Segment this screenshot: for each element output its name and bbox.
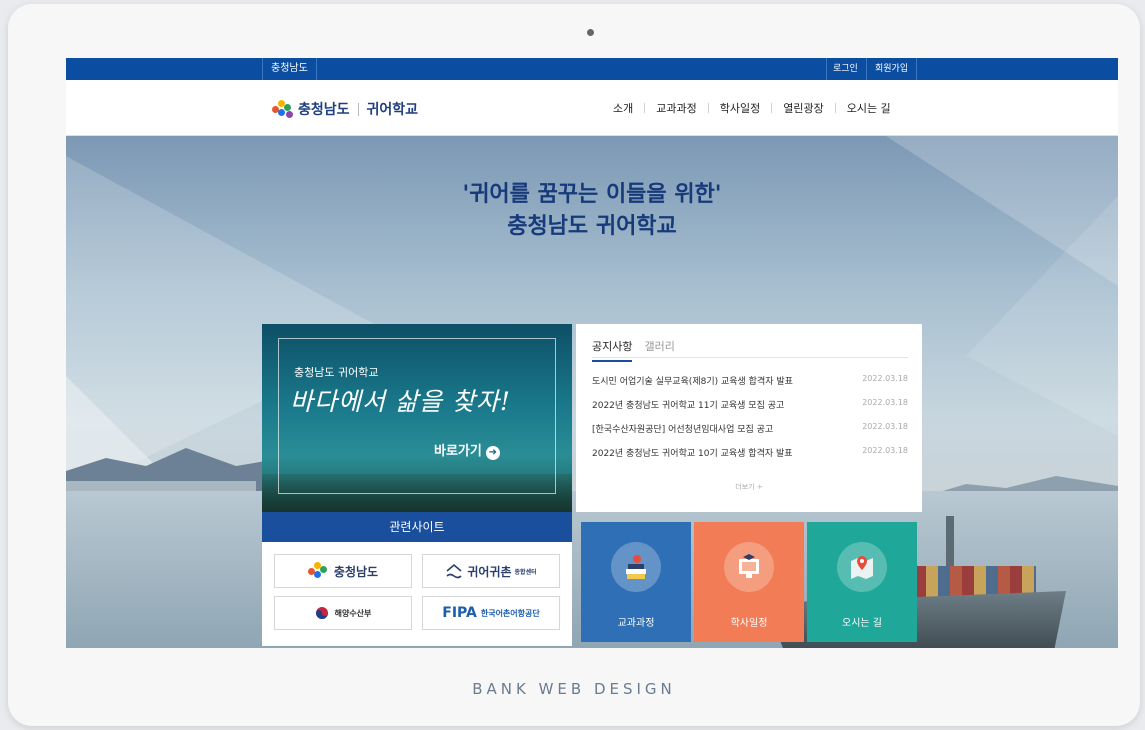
logo-org-name: 충청남도 (298, 102, 350, 118)
notice-title: 도시민 어업기술 실무교육(제8기) 교육생 합격자 발표 (592, 377, 793, 387)
notice-date: 2022.03.18 (862, 398, 908, 407)
tile-label: 오시는 길 (842, 618, 882, 629)
site-name: 귀어귀촌 (467, 564, 512, 579)
books-icon (611, 542, 661, 592)
site-link-chungnam[interactable]: 충청남도 (274, 554, 412, 588)
notice-list: 도시민 어업기술 실무교육(제8기) 교육생 합격자 발표 2022.03.18… (592, 374, 908, 470)
nav-intro[interactable]: 소개 (602, 100, 644, 116)
site-name: 한국어촌어항공단 (480, 608, 540, 618)
related-sites-grid: 충청남도 귀어귀촌 종합센터 해양수산부 FIPA 한국어촌어항공단 (274, 554, 560, 630)
notice-title: 2022년 충청남도 귀어학교 11기 교육생 모집 공고 (592, 401, 785, 411)
promo-subtitle: 충청남도 귀어학교 (294, 366, 379, 379)
nav-open-square[interactable]: 열린광장 (772, 100, 834, 116)
main-navigation: 소개 교과과정 학사일정 열린광장 오시는 길 (602, 80, 902, 136)
hero-section: '귀어를 꿈꾸는 이들을 위한' 충청남도 귀어학교 충청남도 귀어학교 바다에… (66, 136, 1118, 648)
nav-schedule[interactable]: 학사일정 (709, 100, 771, 116)
notice-tabs: 공지사항 갤러리 (592, 338, 687, 362)
site-name: 해양수산부 (334, 608, 372, 618)
site-tag: 종합센터 (514, 568, 537, 576)
related-sites-heading: 관련사이트 (262, 512, 572, 542)
house-wave-icon (446, 563, 462, 579)
notice-date: 2022.03.18 (862, 374, 908, 383)
login-link[interactable]: 로그인 (826, 58, 864, 80)
taegeuk-icon (315, 607, 328, 619)
notice-board: 공지사항 갤러리 도시민 어업기술 실무교육(제8기) 교육생 합격자 발표 2… (576, 324, 922, 512)
logo-divider (357, 102, 359, 116)
list-item[interactable]: 2022년 충청남도 귀어학교 10기 교육생 합격자 발표 2022.03.1… (592, 446, 908, 470)
notice-title: [한국수산자원공단] 어선청년임대사업 모집 공고 (592, 425, 774, 435)
camera-dot (587, 29, 594, 36)
quick-tile-schedule[interactable]: 학사일정 (694, 522, 804, 642)
website-screen: 충청남도 로그인 회원가입 충청남도 귀어학교 소개 교과과정 학사일정 열린광… (66, 58, 1118, 648)
join-link[interactable]: 회원가입 (866, 58, 918, 80)
related-sites: 관련사이트 충청남도 귀어귀촌 종합센터 해양수산부 FIPA 한국어촌어항공단 (262, 512, 572, 646)
promo-go-label: 바로가기 (434, 444, 482, 459)
hero-heading: 충청남도 귀어학교 (507, 214, 677, 239)
list-item[interactable]: [한국수산자원공단] 어선청년임대사업 모집 공고 2022.03.18 (592, 422, 908, 446)
site-header: 충청남도 귀어학교 소개 교과과정 학사일정 열린광장 오시는 길 (66, 80, 1118, 136)
hero-tagline: '귀어를 꿈꾸는 이들을 위한' (462, 182, 722, 207)
top-utility-bar: 충청남도 로그인 회원가입 (66, 58, 1118, 80)
site-link-mof[interactable]: 해양수산부 (274, 596, 412, 630)
logo-school-name: 귀어학교 (366, 102, 419, 118)
tile-label: 교과과정 (617, 618, 655, 629)
site-name: 충청남도 (333, 564, 379, 579)
list-item[interactable]: 2022년 충청남도 귀어학교 11기 교육생 모집 공고 2022.03.18 (592, 398, 908, 422)
calendar-monitor-icon (724, 542, 774, 592)
promo-go-button[interactable]: 바로가기 ➜ (434, 440, 500, 460)
site-link-gwieo[interactable]: 귀어귀촌 종합센터 (422, 554, 560, 588)
tablet-frame: 충청남도 로그인 회원가입 충청남도 귀어학교 소개 교과과정 학사일정 열린광… (8, 4, 1140, 726)
tab-gallery[interactable]: 갤러리 (644, 338, 674, 362)
map-pin-icon (837, 542, 887, 592)
tile-label: 학사일정 (730, 618, 768, 629)
more-link[interactable]: 더보기 + (576, 482, 922, 492)
quick-tile-directions[interactable]: 오시는 길 (807, 522, 917, 642)
region-link[interactable]: 충청남도 (262, 58, 317, 80)
promo-slogan: 바다에서 삶을 찾자! (290, 387, 511, 416)
site-logo[interactable]: 충청남도 귀어학교 (272, 98, 418, 120)
notice-title: 2022년 충청남도 귀어학교 10기 교육생 합격자 발표 (592, 449, 793, 459)
tab-notices[interactable]: 공지사항 (592, 338, 633, 362)
tab-underline (592, 357, 908, 358)
quick-tile-curriculum[interactable]: 교과과정 (581, 522, 691, 642)
brand-caption: BANK WEB DESIGN (472, 680, 676, 698)
notice-date: 2022.03.18 (862, 422, 908, 431)
fipa-logo: FIPA (442, 605, 477, 621)
site-link-fipa[interactable]: FIPA 한국어촌어항공단 (422, 596, 560, 630)
chungnam-logo-icon (307, 562, 330, 580)
nav-curriculum[interactable]: 교과과정 (645, 100, 707, 116)
notice-date: 2022.03.18 (862, 446, 908, 455)
nav-directions[interactable]: 오시는 길 (836, 100, 902, 116)
promo-banner[interactable]: 충청남도 귀어학교 바다에서 삶을 찾자! 바로가기 ➜ (262, 324, 572, 512)
arrow-right-circle-icon: ➜ (485, 446, 500, 460)
chungnam-logo-icon (272, 100, 294, 118)
list-item[interactable]: 도시민 어업기술 실무교육(제8기) 교육생 합격자 발표 2022.03.18 (592, 374, 908, 398)
